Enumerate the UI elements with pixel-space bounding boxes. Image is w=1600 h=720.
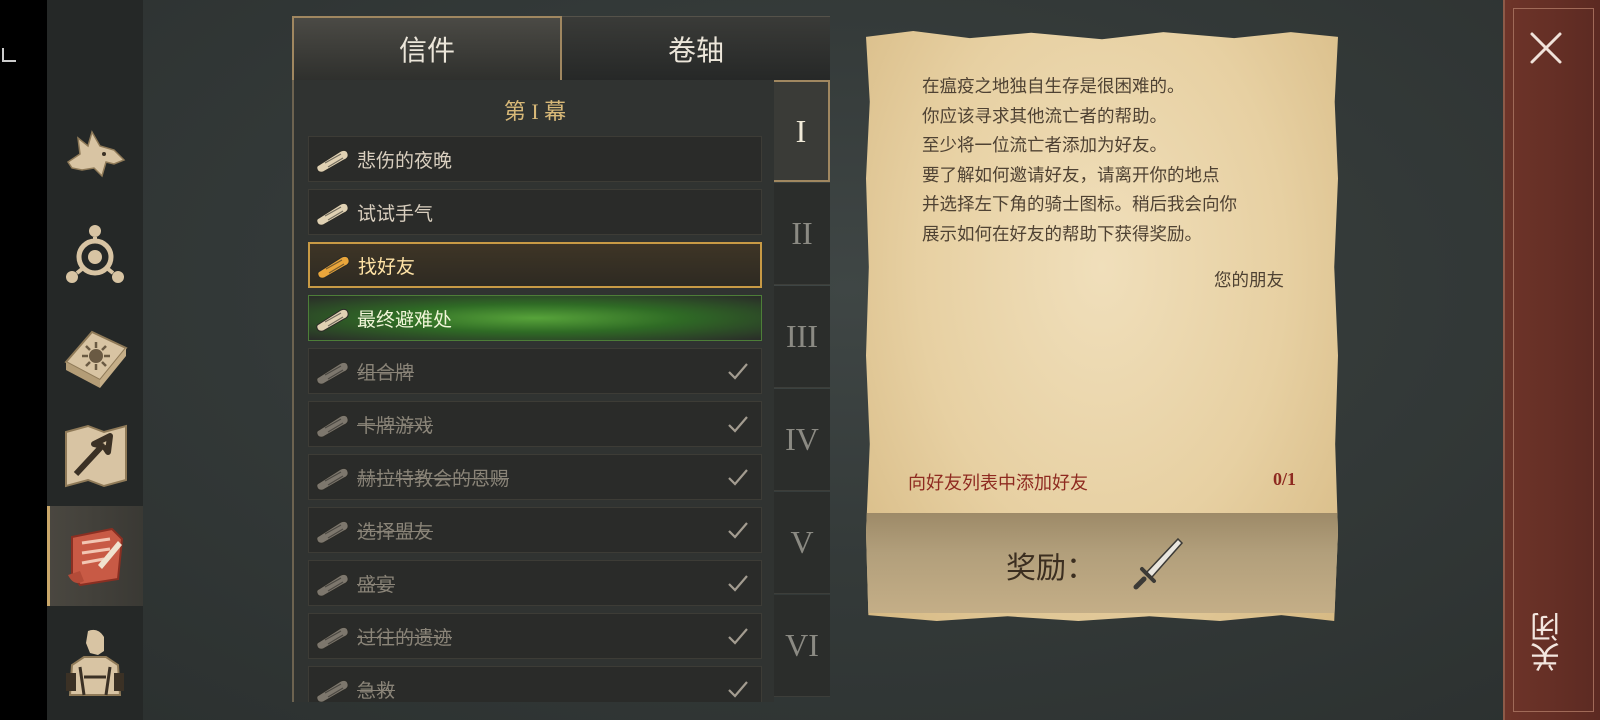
- game-screen: 信件 卷轴 第 I 幕 悲伤的夜晚试试手气找好友最终避难处组合牌卡牌游戏赫拉特教…: [0, 0, 1600, 720]
- close-panel-frame: [1513, 8, 1594, 712]
- scroll-icon: [317, 255, 350, 279]
- screen-left-edge: [0, 0, 47, 720]
- quest-label: 选择盟友: [357, 520, 434, 543]
- checkmark-icon: [715, 454, 761, 500]
- quest-item[interactable]: 找好友: [308, 242, 762, 288]
- quest-scroll-icon: [309, 560, 357, 606]
- scroll-icon: [316, 520, 349, 544]
- quest-label: 最终避难处: [357, 308, 453, 331]
- sidebar-item-wolf[interactable]: [47, 103, 143, 203]
- quest-label: 找好友: [358, 255, 416, 278]
- quest-label: 盛宴: [357, 573, 396, 596]
- quest-label: 悲伤的夜晚: [357, 149, 453, 172]
- sword-icon[interactable]: [1128, 533, 1188, 593]
- tab-letters[interactable]: 信件: [292, 16, 562, 80]
- map-arrow-icon: [65, 424, 127, 488]
- quest-scroll-icon: [309, 666, 357, 702]
- letter-signature: 您的朋友: [1214, 271, 1284, 291]
- letter-line: 在瘟疫之地独自生存是很困难的。: [922, 77, 1185, 97]
- quest-scroll-icon: [310, 242, 358, 288]
- scroll-quest-icon: [67, 527, 123, 587]
- quest-scroll-icon: [309, 136, 357, 182]
- chapter-tab[interactable]: III: [774, 286, 830, 388]
- chapter-tab[interactable]: IV: [774, 389, 830, 491]
- letter-parchment: 在瘟疫之地独自生存是很困难的。 你应该寻求其他流亡者的帮助。 至少将一位流亡者添…: [866, 31, 1338, 621]
- quest-scroll-icon: [309, 454, 357, 500]
- corner-mark-icon: [2, 48, 16, 62]
- scroll-icon: [316, 149, 349, 173]
- objective-progress: 0/1: [1272, 469, 1296, 489]
- close-label[interactable]: 关闭: [1531, 612, 1566, 672]
- checkmark-icon: [715, 560, 761, 606]
- quest-label: 组合牌: [357, 361, 415, 384]
- wolf-icon: [66, 130, 126, 178]
- close-panel[interactable]: 关闭: [1503, 0, 1600, 720]
- quest-item[interactable]: 盛宴: [308, 560, 762, 606]
- chapter-tab[interactable]: II: [774, 183, 830, 285]
- quest-item[interactable]: 试试手气: [308, 189, 762, 235]
- quest-item[interactable]: 组合牌: [308, 348, 762, 394]
- checkmark-icon: [715, 613, 761, 659]
- scroll-icon: [316, 308, 349, 332]
- chapter-tab[interactable]: I: [774, 80, 830, 182]
- reward-band: 奖励：: [866, 513, 1338, 613]
- reward-label: 奖励：: [1006, 551, 1096, 586]
- sidebar-item-book[interactable]: [47, 305, 143, 405]
- letter-line: 要了解如何邀请好友，请离开你的地点: [922, 165, 1220, 186]
- chapter-tab[interactable]: V: [774, 492, 830, 594]
- quest-list-panel: 第 I 幕 悲伤的夜晚试试手气找好友最终避难处组合牌卡牌游戏赫拉特教会的恩赐 选择…: [292, 80, 774, 702]
- quest-item[interactable]: 卡牌游戏: [308, 401, 762, 447]
- checkmark-icon: [715, 348, 761, 394]
- quest-scroll-icon: [309, 613, 357, 659]
- letter-line: 至少将一位流亡者添加为好友。: [922, 136, 1167, 156]
- sidebar-item-character[interactable]: [47, 612, 143, 712]
- quest-item[interactable]: 悲伤的夜晚: [308, 136, 762, 182]
- quest-item[interactable]: 过往的遗迹: [308, 613, 762, 659]
- checkmark-icon: [715, 401, 761, 447]
- quest-label: 卡牌游戏: [357, 414, 434, 437]
- letter-body: 在瘟疫之地独自生存是很困难的。 你应该寻求其他流亡者的帮助。 至少将一位流亡者添…: [922, 73, 1302, 250]
- character-icon: [66, 629, 124, 696]
- quest-label: 过往的遗迹: [357, 626, 453, 649]
- quest-label: 试试手气: [357, 202, 434, 225]
- scroll-icon: [316, 679, 349, 702]
- scroll-icon: [316, 467, 349, 491]
- scroll-icon: [316, 573, 349, 597]
- quest-label: 急救: [357, 679, 396, 702]
- scroll-icon: [316, 361, 349, 385]
- quest-scroll-icon: [309, 189, 357, 235]
- scroll-icon: [316, 626, 349, 650]
- checkmark-icon: [715, 666, 761, 702]
- quest-item[interactable]: 急救: [308, 666, 762, 702]
- act-title: 第 I 幕: [503, 99, 567, 124]
- chapter-tab[interactable]: VI: [774, 595, 830, 697]
- sidebar-item-map[interactable]: [47, 405, 143, 505]
- compass-icon: [66, 225, 124, 283]
- book-icon: [64, 330, 128, 388]
- objective-text: 向好友列表中添加好友: [908, 473, 1088, 494]
- scroll-icon: [316, 414, 349, 438]
- quest-scroll-icon: [309, 401, 357, 447]
- scroll-icon: [316, 202, 349, 226]
- quest-scroll-icon: [309, 348, 357, 394]
- quest-scroll-icon: [309, 507, 357, 553]
- checkmark-icon: [715, 507, 761, 553]
- sidebar-item-compass[interactable]: [47, 204, 143, 304]
- quest-scroll-icon: [309, 295, 357, 341]
- letter-line: 展示如何在好友的帮助下获得奖励。: [922, 224, 1202, 245]
- quest-item[interactable]: 选择盟友: [308, 507, 762, 553]
- quest-item[interactable]: 赫拉特教会的恩赐: [308, 454, 762, 500]
- quest-item[interactable]: 最终避难处: [308, 295, 762, 341]
- letter-line: 你应该寻求其他流亡者的帮助。: [922, 106, 1167, 127]
- tab-scrolls[interactable]: 卷轴: [562, 16, 830, 80]
- close-icon[interactable]: [1526, 28, 1566, 68]
- quest-label: 赫拉特教会的恩赐: [357, 467, 510, 490]
- sidebar-item-quests[interactable]: [47, 506, 143, 606]
- letter-line: 并选择左下角的骑士图标。稍后我会向你: [922, 195, 1237, 215]
- sidebar: [47, 0, 143, 720]
